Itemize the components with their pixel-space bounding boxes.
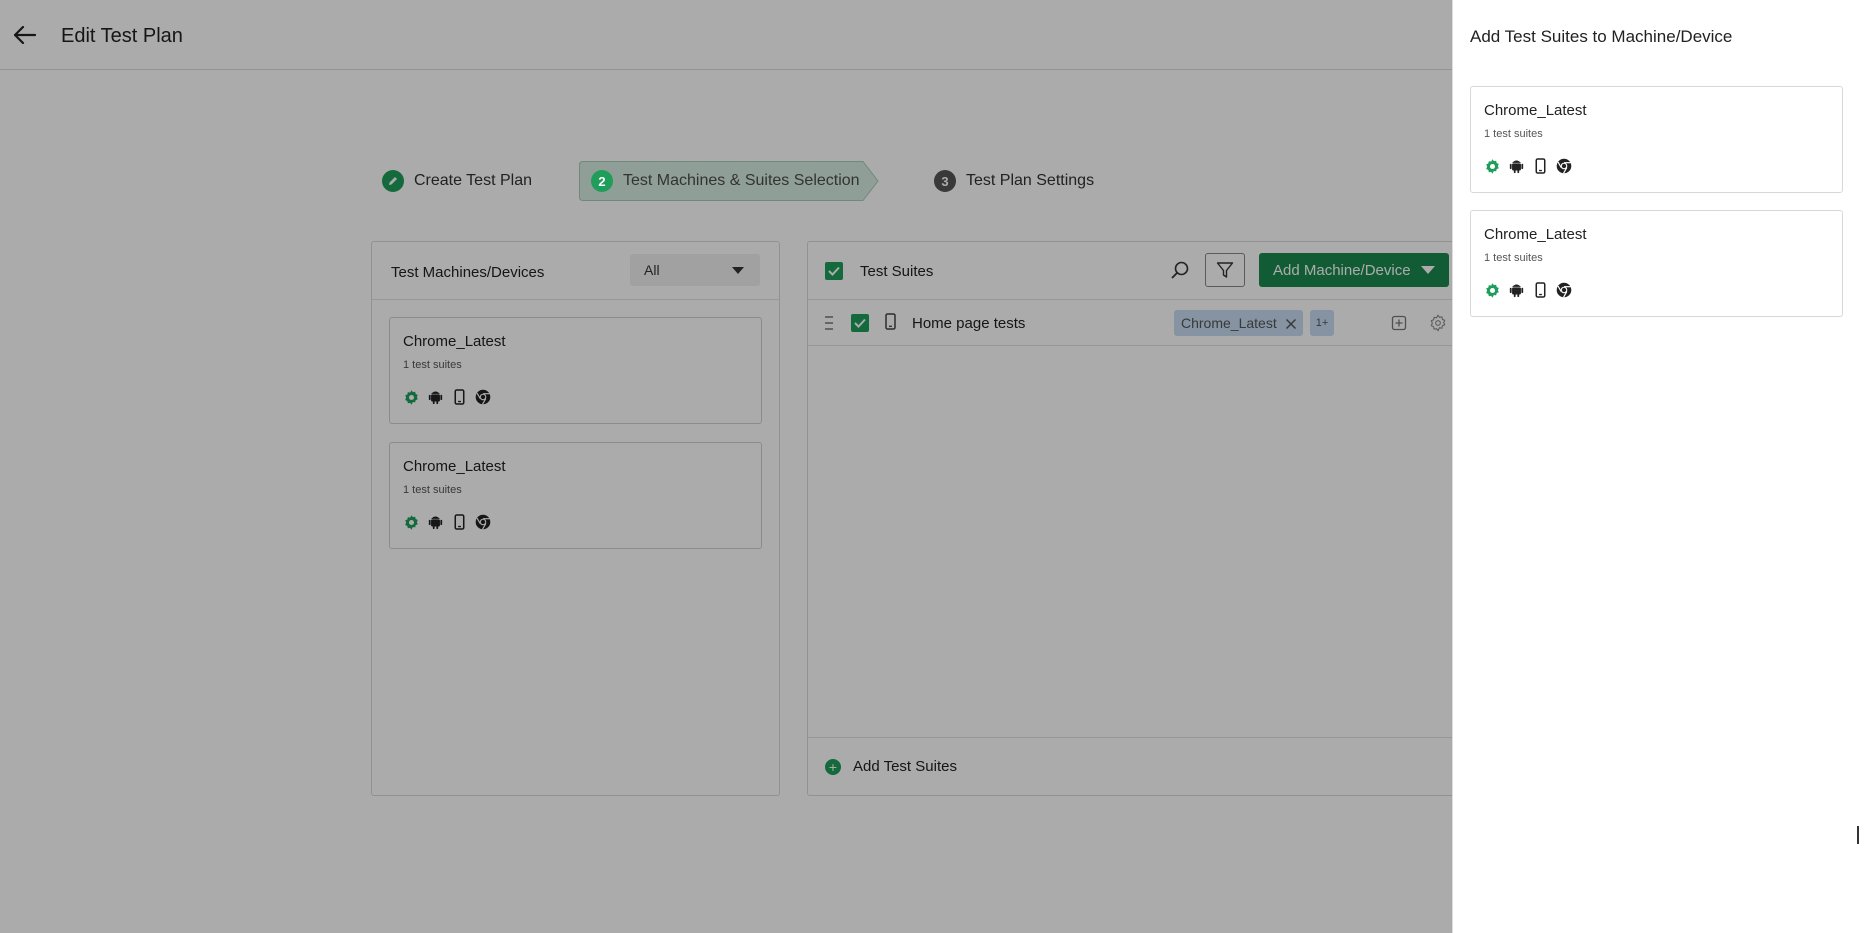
machine-name: Chrome_Latest	[1484, 226, 1587, 243]
android-icon	[1507, 157, 1525, 175]
text-cursor	[1857, 826, 1859, 844]
add-suites-drawer: Add Test Suites to Machine/Device Chrome…	[1452, 0, 1871, 933]
mobile-phone-icon	[1531, 281, 1549, 299]
step-number-badge: 2	[591, 170, 613, 192]
drawer-machine-card[interactable]: Chrome_Latest 1 test suites	[1470, 210, 1843, 317]
gear-icon	[1483, 157, 1501, 175]
step-test-machines-suites[interactable]: 2 Test Machines & Suites Selection	[579, 161, 879, 201]
drawer-machine-card[interactable]: Chrome_Latest 1 test suites	[1470, 86, 1843, 193]
machine-suite-count: 1 test suites	[1484, 128, 1543, 140]
machine-icon-row	[1483, 281, 1579, 299]
chrome-icon	[1555, 157, 1573, 175]
mobile-phone-icon	[1531, 157, 1549, 175]
android-icon	[1507, 281, 1525, 299]
chrome-icon	[1555, 281, 1573, 299]
machine-icon-row	[1483, 157, 1579, 175]
step-label: Test Machines & Suites Selection	[623, 172, 860, 189]
drawer-title: Add Test Suites to Machine/Device	[1470, 27, 1733, 46]
machine-suite-count: 1 test suites	[1484, 252, 1543, 264]
gear-icon	[1483, 281, 1501, 299]
machine-name: Chrome_Latest	[1484, 102, 1587, 119]
